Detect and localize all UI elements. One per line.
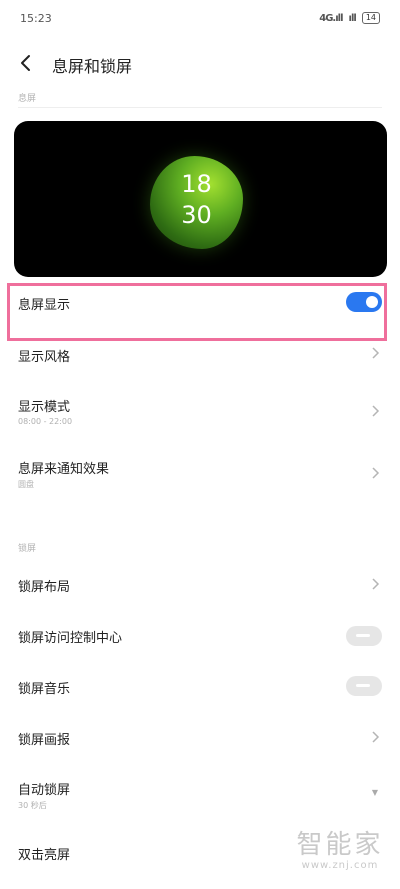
row-lock-layout[interactable]: 锁屏布局 <box>0 570 400 606</box>
row-display-style[interactable]: 显示风格 <box>0 340 400 376</box>
watermark: 智能家 www.znj.com <box>290 830 390 871</box>
signal-icon: 4G.ıll <box>319 12 343 24</box>
row-lock-control-center[interactable]: 锁屏访问控制中心 <box>0 621 400 657</box>
chevron-right-icon <box>372 347 380 359</box>
status-icons: 4G.ıll ıll 14 <box>319 12 380 24</box>
row-lock-music[interactable]: 锁屏音乐 <box>0 672 400 708</box>
aod-display-toggle[interactable] <box>346 292 382 312</box>
toggle-knob <box>366 296 378 308</box>
battery-icon: 14 <box>361 12 380 24</box>
row-title: 显示风格 <box>18 350 71 365</box>
watermark-text: 智能家 <box>296 830 384 860</box>
row-title: 显示模式 <box>18 400 71 415</box>
row-subtitle: 圆盘 <box>18 480 34 489</box>
header: 息屏和锁屏 <box>0 44 400 84</box>
aod-clock-hour: 18 <box>181 170 212 198</box>
row-title: 锁屏画报 <box>18 733 71 748</box>
aod-clock: 18 30 <box>150 169 243 231</box>
row-title: 自动锁屏 <box>18 783 71 798</box>
row-lock-wallpaper[interactable]: 锁屏画报 <box>0 723 400 759</box>
toggle-knob <box>356 634 370 637</box>
lock-music-toggle[interactable] <box>346 676 382 696</box>
aod-preview: 18 30 <box>14 121 387 277</box>
chevron-right-icon <box>372 731 380 743</box>
section-caption-aod: 息屏 <box>18 94 37 104</box>
page-title: 息屏和锁屏 <box>52 57 133 76</box>
dropdown-arrow-icon: ▼ <box>371 788 378 797</box>
divider <box>18 107 382 108</box>
control-center-toggle[interactable] <box>346 626 382 646</box>
watermark-url: www.znj.com <box>301 860 379 871</box>
row-title: 息屏显示 <box>18 298 71 313</box>
row-title: 息屏来通知效果 <box>18 462 110 477</box>
status-bar: 15:23 4G.ıll ıll 14 <box>0 0 400 40</box>
row-auto-lock[interactable]: 自动锁屏 30 秒后 ▼ <box>0 773 400 817</box>
row-subtitle: 30 秒后 <box>18 801 47 810</box>
aod-clock-minute: 30 <box>181 201 212 229</box>
row-display-mode[interactable]: 显示模式 08:00 - 22:00 <box>0 390 400 434</box>
row-subtitle: 08:00 - 22:00 <box>18 417 73 426</box>
aod-clock-blob: 18 30 <box>150 156 243 249</box>
row-title: 双击亮屏 <box>18 848 71 863</box>
section-caption-lock: 锁屏 <box>18 544 37 554</box>
chevron-right-icon <box>372 578 380 590</box>
back-arrow-icon[interactable] <box>16 52 38 74</box>
row-aod-display[interactable]: 息屏显示 <box>0 288 400 336</box>
row-notification-effect[interactable]: 息屏来通知效果 圆盘 <box>0 452 400 496</box>
row-title: 锁屏访问控制中心 <box>18 631 123 646</box>
chevron-right-icon <box>372 405 380 417</box>
chevron-right-icon <box>372 467 380 479</box>
row-title: 锁屏音乐 <box>18 682 71 697</box>
status-time: 15:23 <box>20 12 52 25</box>
signal-icon-2: ıll <box>348 12 357 24</box>
toggle-knob <box>356 684 370 687</box>
row-title: 锁屏布局 <box>18 580 71 595</box>
